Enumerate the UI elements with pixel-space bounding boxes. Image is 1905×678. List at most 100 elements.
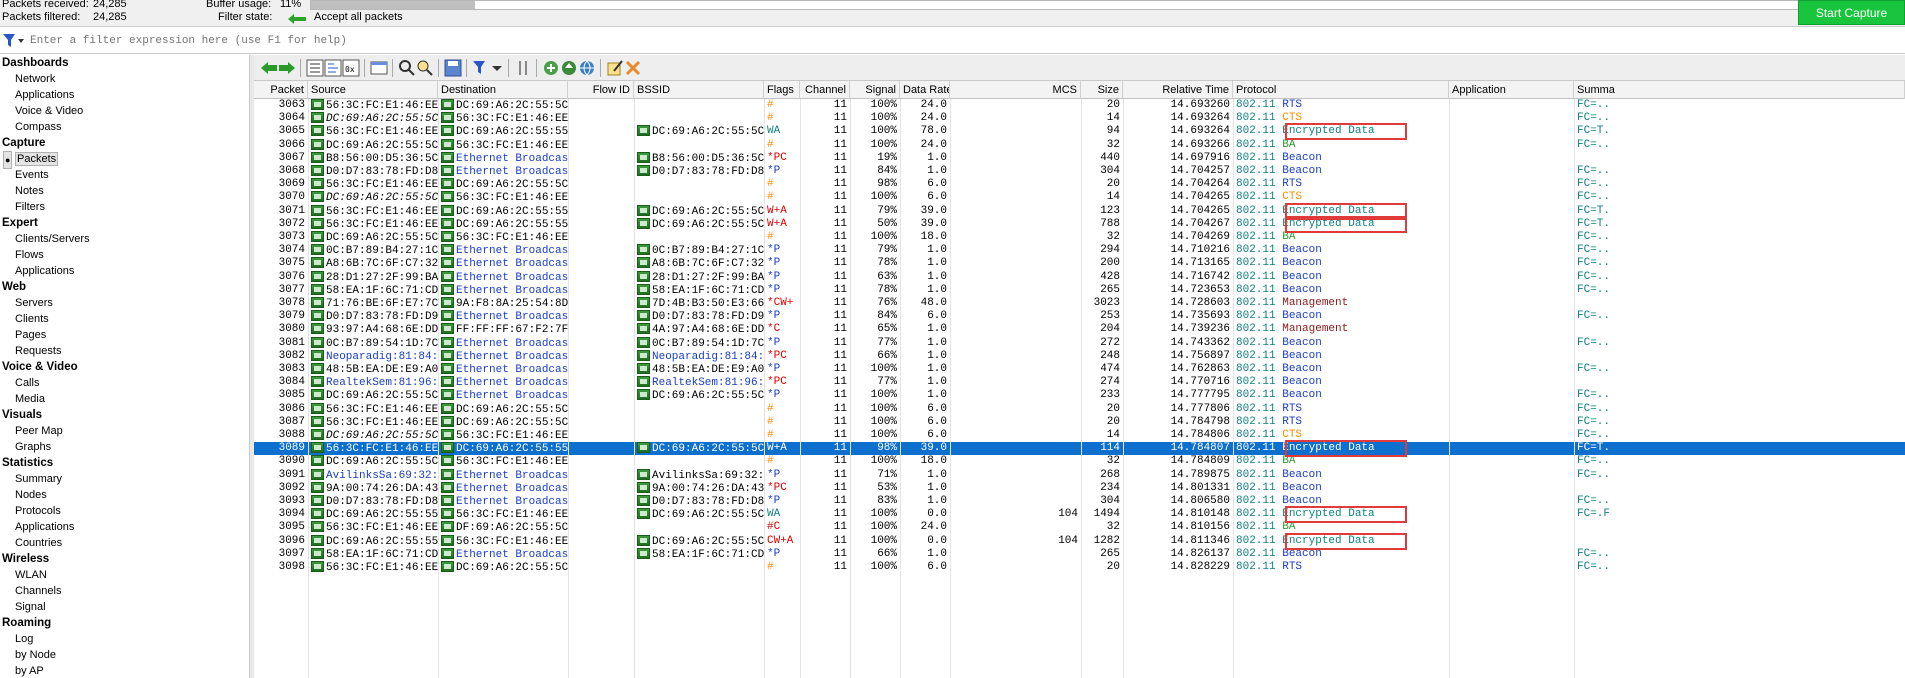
start-capture-button[interactable]: Start Capture [1798,0,1905,25]
column-header-channel[interactable]: Channel [800,81,850,99]
column-header-flow-id[interactable]: Flow ID [568,81,634,99]
table-row[interactable]: 3085 DC:69:A6:2C:55:5C Ethernet Broadcast D… [254,389,1905,402]
find-pattern-icon[interactable] [416,59,434,77]
column-header-mcs[interactable]: MCS [950,81,1081,99]
table-row[interactable]: 3098 56:3C:FC:E1:46:EE DC:69:A6:2C:55:5C #1… [254,561,1905,574]
sidebar-item-clients[interactable]: Clients [0,311,249,327]
sidebar-item-graphs[interactable]: Graphs [0,439,249,455]
table-row[interactable]: 3065 56:3C:FC:E1:46:EE DC:69:A6:2C:55:55 DC… [254,125,1905,138]
sidebar-item-voice-video[interactable]: Voice & Video [0,103,249,119]
columns-icon[interactable] [514,59,532,77]
table-row[interactable]: 3069 56:3C:FC:E1:46:EE DC:69:A6:2C:55:5C #1… [254,178,1905,191]
column-header-bssid[interactable]: BSSID [634,81,764,99]
sidebar-item-applications[interactable]: Applications [0,519,249,535]
forward-arrow-icon[interactable] [278,59,296,77]
column-header-application[interactable]: Application [1449,81,1574,99]
network-refresh-icon[interactable] [542,59,560,77]
sidebar-section-capture[interactable]: Capture [0,135,249,151]
sidebar-item-summary[interactable]: Summary [0,471,249,487]
sidebar-section-voice-video[interactable]: Voice & Video [0,359,249,375]
search-icon[interactable] [398,59,416,77]
sidebar-item-nodes[interactable]: Nodes [0,487,249,503]
sidebar-item-servers[interactable]: Servers [0,295,249,311]
sidebar-item-by-node[interactable]: by Node [0,647,249,663]
filter-funnel-icon[interactable] [2,32,26,50]
table-row[interactable]: 3070 DC:69:A6:2C:55:5C 56:3C:FC:E1:46:EE #1… [254,191,1905,204]
table-row[interactable]: 3082 Neoparadig:81:84:62 Ethernet Broadcas… [254,349,1905,363]
table-row[interactable]: 3097 58:EA:1F:6C:71:CD Ethernet Broadcast 5… [254,547,1905,561]
sidebar-item-pages[interactable]: Pages [0,327,249,343]
table-row[interactable]: 3079 D0:D7:83:78:FD:D9 Ethernet Broadcast D… [254,310,1905,323]
table-row[interactable]: 3094 DC:69:A6:2C:55:55 56:3C:FC:E1:46:EE DC… [254,508,1905,521]
save-icon[interactable] [444,59,462,77]
table-row[interactable]: 3084 RealtekSem:81:96:C1 Ethernet Broadcas… [254,376,1905,389]
table-row[interactable]: 3083 48:5B:EA:DE:E9:A0 Ethernet Broadcast 4… [254,363,1905,376]
table-row[interactable]: 3086 56:3C:FC:E1:46:EE DC:69:A6:2C:55:5C #1… [254,402,1905,416]
sidebar-section-expert[interactable]: Expert [0,215,249,231]
column-header-summa[interactable]: Summa [1574,81,1905,99]
column-header-signal[interactable]: Signal [850,81,900,99]
column-header-destination[interactable]: Destination [438,81,568,99]
table-row[interactable]: 3095 56:3C:FC:E1:46:EE DF:69:A6:2C:55:5C #C… [254,521,1905,534]
table-row[interactable]: 3091 AvilinksSa:69:32:09 Ethernet Broadcas… [254,468,1905,482]
column-header-flags[interactable]: Flags [764,81,800,99]
sidebar-item-signal[interactable]: Signal [0,599,249,615]
sidebar-item-media[interactable]: Media [0,391,249,407]
table-row[interactable]: 3066 DC:69:A6:2C:55:5C 56:3C:FC:E1:46:EE #1… [254,138,1905,152]
table-row[interactable]: 3067 B8:56:00:D5:36:5C Ethernet Broadcast B… [254,151,1905,165]
sidebar-item-compass[interactable]: Compass [0,119,249,135]
table-row[interactable]: 3087 56:3C:FC:E1:46:EE DC:69:A6:2C:55:5C #1… [254,415,1905,429]
sidebar-item-filters[interactable]: Filters [0,199,249,215]
table-row[interactable]: 3063 56:3C:FC:E1:46:EE DC:69:A6:2C:55:5C #1… [254,99,1905,112]
sidebar-item-wlan[interactable]: WLAN [0,567,249,583]
sidebar-item-protocols[interactable]: Protocols [0,503,249,519]
column-header-protocol[interactable]: Protocol [1233,81,1449,99]
window-icon[interactable] [370,59,388,77]
column-header-relative-time[interactable]: Relative Time [1123,81,1233,99]
column-header-packet[interactable]: Packet [254,81,308,99]
sidebar-item-channels[interactable]: Channels [0,583,249,599]
sidebar-item-packets[interactable]: ● Packets [0,151,249,169]
table-row[interactable]: 3093 D0:D7:83:78:FD:D8 Ethernet Broadcast D… [254,495,1905,508]
sidebar-item-notes[interactable]: Notes [0,183,249,199]
table-row[interactable]: 3092 9A:00:74:26:DA:43 Ethernet Broadcast 9… [254,481,1905,495]
table-row[interactable]: 3080 93:97:A4:68:6E:DD FF:FF:FF:67:F2:7F 4A… [254,323,1905,336]
hex-view-icon[interactable]: 0x [342,59,360,77]
back-arrow-icon[interactable] [260,59,278,77]
table-row[interactable]: 3068 D0:D7:83:78:FD:D8 Ethernet Broadcast D… [254,165,1905,178]
sidebar-section-dashboards[interactable]: Dashboards [0,55,249,71]
table-row[interactable]: 3071 56:3C:FC:E1:46:EE DC:69:A6:2C:55:55 DC… [254,204,1905,218]
packet-list-view-icon[interactable] [306,59,324,77]
network-upload-icon[interactable] [560,59,578,77]
edit-pencil-icon[interactable] [606,59,624,77]
table-row[interactable]: 3077 58:EA:1F:6C:71:CD Ethernet Broadcast 5… [254,283,1905,297]
sidebar-item-network[interactable]: Network [0,71,249,87]
sidebar-item-clients-servers[interactable]: Clients/Servers [0,231,249,247]
table-row[interactable]: 3064 DC:69:A6:2C:55:5C 56:3C:FC:E1:46:EE #1… [254,112,1905,125]
sidebar-item-events[interactable]: Events [0,167,249,183]
sidebar-item-requests[interactable]: Requests [0,343,249,359]
sidebar-section-roaming[interactable]: Roaming [0,615,249,631]
filter-expression-input[interactable] [30,31,1890,50]
table-row[interactable]: 3075 A8:6B:7C:6F:C7:32 Ethernet Broadcast A… [254,257,1905,270]
sidebar-item-peer-map[interactable]: Peer Map [0,423,249,439]
table-row[interactable]: 3078 71:76:BE:6F:E7:7C 9A:F8:8A:25:54:8D 7D… [254,297,1905,310]
globe-icon[interactable] [578,59,596,77]
sidebar-item-by-ap[interactable]: by AP [0,663,249,678]
sidebar-section-web[interactable]: Web [0,279,249,295]
sidebar-item-applications[interactable]: Applications [0,263,249,279]
sidebar-section-wireless[interactable]: Wireless [0,551,249,567]
column-header-size[interactable]: Size [1081,81,1123,99]
table-row[interactable]: 3088 DC:69:A6:2C:55:5C 56:3C:FC:E1:46:EE #1… [254,429,1905,442]
chevron-down-icon[interactable] [488,59,506,77]
column-header-source[interactable]: Source [308,81,438,99]
table-row[interactable]: 3076 28:D1:27:2F:99:BA Ethernet Broadcast 2… [254,270,1905,284]
table-row[interactable]: 3081 0C:B7:89:54:1D:7C Ethernet Broadcast 0… [254,336,1905,350]
sidebar-item-log[interactable]: Log [0,631,249,647]
table-row[interactable]: 3072 56:3C:FC:E1:46:EE DC:69:A6:2C:55:55 DC… [254,217,1905,231]
sidebar-section-statistics[interactable]: Statistics [0,455,249,471]
clear-icon[interactable] [624,59,642,77]
decode-view-icon[interactable] [324,59,342,77]
sidebar-item-applications[interactable]: Applications [0,87,249,103]
table-row[interactable]: 3073 DC:69:A6:2C:55:5C 56:3C:FC:E1:46:EE #1… [254,231,1905,244]
